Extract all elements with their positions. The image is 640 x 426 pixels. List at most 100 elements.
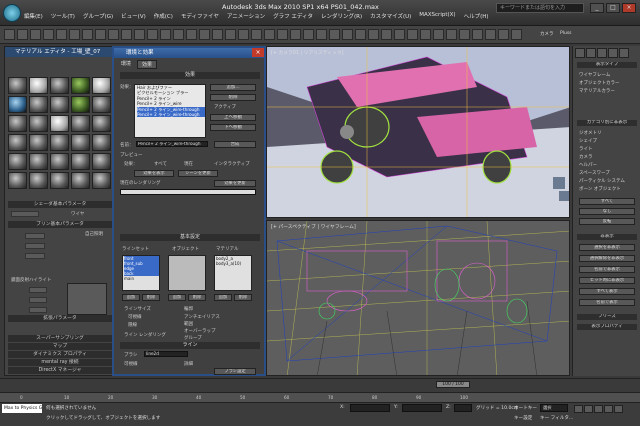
camera-viewport[interactable]: [+ カメラ01 | リアリスティック] [266,46,570,218]
add-set-button[interactable]: 追加 [214,294,232,301]
material-list-item[interactable]: body3_a(10) [216,261,251,266]
menu-item[interactable]: MAXScript(X) [419,12,455,24]
toolbar-tool-icon[interactable] [17,29,28,40]
material-sample-slot[interactable] [8,115,27,132]
play-icon[interactable] [594,405,603,413]
line-rollout[interactable]: ライン [120,342,260,349]
toolbar-tool-icon[interactable] [498,29,509,40]
basic-settings-rollout[interactable]: 基本設定 [120,234,260,241]
category-checkbox[interactable]: パーティクル システム [579,178,625,184]
menu-item[interactable]: ヘルプ(H) [464,12,489,24]
display-type-option[interactable]: マテリアルカラー [579,88,615,94]
toolbar-tool-icon[interactable] [186,29,197,40]
maximize-button[interactable]: □ [606,3,620,13]
category-checkbox[interactable]: ボーン オブジェクト [579,186,621,192]
toolbar-tool-icon[interactable] [4,29,15,40]
menu-item[interactable]: グラフ エディタ [273,12,313,24]
hide-button[interactable]: ヒット時に非表示 [579,277,635,284]
toolbar-tool-icon[interactable] [56,29,67,40]
toolbar-tool-icon[interactable] [264,29,275,40]
toolbar-tool-icon[interactable] [511,29,522,40]
toolbar-tool-icon[interactable] [160,29,171,40]
menu-item[interactable]: レンダリング(R) [321,12,362,24]
material-sample-slot[interactable] [71,172,90,189]
material-sample-slot[interactable] [50,153,69,170]
toolbar-tool-icon[interactable] [30,29,41,40]
hide-button[interactable]: 選択解除を非表示 [579,255,635,262]
line-set-list[interactable]: front front_sub edge back main [122,255,160,291]
auto-key-button[interactable]: オートキー [514,405,537,411]
category-checkbox[interactable]: スペースワープ [579,170,610,176]
ambient-swatch[interactable] [25,233,45,239]
toolbar-tool-icon[interactable] [225,29,236,40]
menu-item[interactable]: モディファイヤ [181,12,219,24]
hide-by-category-rollout[interactable]: カテゴリ別に非表示 [577,120,637,126]
add-set-button[interactable]: 追加 [168,294,186,301]
material-sample-slot[interactable] [71,115,90,132]
toolbar-tool-icon[interactable] [147,29,158,40]
material-sample-slot[interactable] [29,153,48,170]
go-to-end-icon[interactable] [614,405,623,413]
toolbar-tool-icon[interactable] [173,29,184,40]
set-key-button[interactable]: キー設定 [514,415,532,421]
freeze-rollout[interactable]: フリーズ [577,314,637,320]
category-button[interactable]: すべて [579,198,635,205]
toolbar-tool-icon[interactable] [134,29,145,40]
line-name-field[interactable]: line2d [144,351,188,357]
preview-option[interactable]: すべて [154,161,167,167]
category-checkbox[interactable]: カメラ [579,154,593,160]
add-set-button[interactable]: 追加 [122,294,140,301]
dynamics-rollout[interactable]: ダイナミクス プロパティ [8,351,112,358]
toolbar-tool-icon[interactable] [472,29,483,40]
line-option[interactable]: 範囲 [184,321,193,327]
preview-option[interactable]: 現在 [184,161,193,167]
perspective-viewport-label[interactable]: [+ パースペクティブ | ワイヤフレーム] [271,223,356,230]
toolbar-tool-icon[interactable] [355,29,366,40]
effect-name-field[interactable]: Pencil+ 2 ライン_wire-through [136,141,208,147]
objects-list[interactable] [168,255,206,291]
toolbar-tool-icon[interactable] [199,29,210,40]
material-sample-slot[interactable] [50,115,69,132]
toolbar-tool-icon[interactable] [95,29,106,40]
next-frame-icon[interactable] [604,405,613,413]
merge-button[interactable]: 合成 [214,141,256,148]
z-coord-field[interactable] [454,404,472,412]
maps-rollout[interactable]: マップ [8,343,112,350]
material-sample-slot[interactable] [50,134,69,151]
active-checkbox[interactable]: アクティブ [214,104,236,110]
diffuse-swatch[interactable] [25,243,45,249]
toolbar-tool-icon[interactable] [238,29,249,40]
material-sample-slot[interactable] [8,153,27,170]
material-sample-slot[interactable] [71,96,90,113]
move-up-button[interactable]: 上へ移動 [210,114,256,121]
material-sample-slot[interactable] [92,96,111,113]
spec-level-field[interactable] [29,287,47,293]
env-close-icon[interactable]: × [252,48,264,57]
toolbar-tool-icon[interactable] [459,29,470,40]
camera-viewport-label[interactable]: [+ カメラ01 | リアリスティック] [271,49,344,56]
move-down-button[interactable]: 下へ移動 [210,124,256,131]
material-sample-slot[interactable] [92,115,111,132]
toolbar-tool-icon[interactable] [303,29,314,40]
line-option[interactable]: アンチエイリアス [184,314,220,320]
tab-environment[interactable]: 環境 [117,60,135,69]
material-sample-slot[interactable] [71,134,90,151]
go-to-start-icon[interactable] [574,405,583,413]
toolbar-tool-icon[interactable] [212,29,223,40]
material-sample-slot[interactable] [50,77,69,94]
line-option[interactable]: オーバーラップ [184,328,215,334]
material-sample-slot[interactable] [92,77,111,94]
modify-tab-icon[interactable] [586,48,596,58]
supersampling-rollout[interactable]: スーパーサンプリング [8,335,112,342]
delete-set-button[interactable]: 削除 [142,294,160,301]
key-filters-button[interactable]: キー フィルタ... [540,415,573,421]
toolbar-tool-icon[interactable] [290,29,301,40]
toolbar-tool-icon[interactable] [277,29,288,40]
display-type-option[interactable]: ワイヤフレーム [579,72,610,78]
menu-item[interactable]: 作成(C) [154,12,173,24]
material-sample-slot[interactable] [29,96,48,113]
toolbar-tool-icon[interactable] [420,29,431,40]
close-button[interactable]: × [622,3,636,13]
hide-button[interactable]: 選択を非表示 [579,244,635,251]
toolbar-tool-icon[interactable] [381,29,392,40]
